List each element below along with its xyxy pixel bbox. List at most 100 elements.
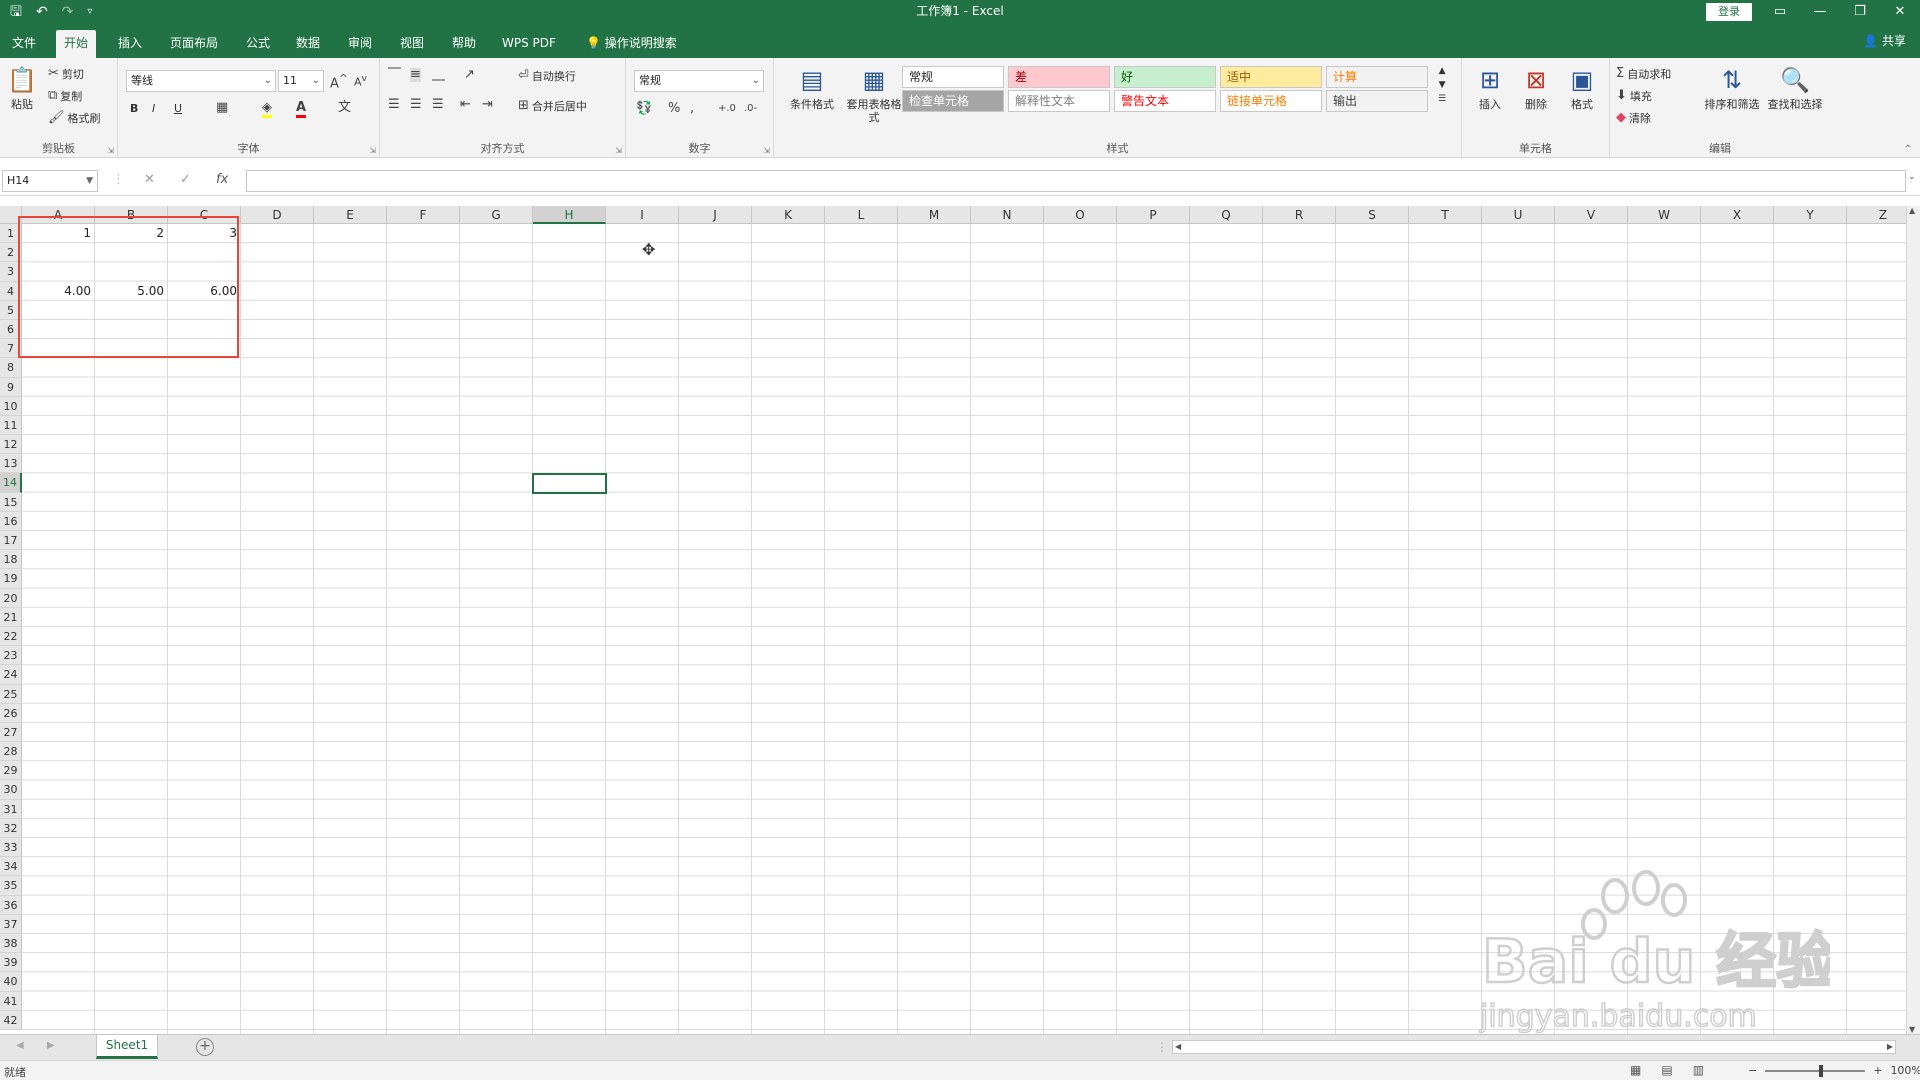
fill-color-button[interactable]: ◈ [262, 101, 272, 118]
dialog-launcher-icon[interactable]: ⇲ [615, 146, 622, 155]
cell-b1[interactable]: 2 [95, 224, 168, 243]
border-button[interactable]: ▦ [216, 101, 228, 115]
add-sheet-icon[interactable]: + [196, 1038, 214, 1056]
row-header[interactable]: 17 [0, 531, 22, 551]
row-header[interactable]: 38 [0, 933, 22, 954]
insert-function-icon[interactable]: fx [216, 172, 228, 187]
minimize-icon[interactable]: — [1800, 0, 1840, 24]
cancel-icon[interactable]: ✕ [144, 172, 155, 187]
column-header[interactable]: I [606, 206, 679, 224]
row-header[interactable]: 32 [0, 818, 22, 838]
column-header[interactable]: L [825, 206, 898, 224]
row-header[interactable]: 19 [0, 569, 22, 589]
row-header[interactable]: 33 [0, 838, 22, 858]
font-size-select[interactable]: 11 ⌄ [278, 70, 324, 92]
underline-button[interactable]: U [174, 102, 182, 115]
row-header[interactable]: 5 [0, 300, 22, 320]
scroll-up-icon[interactable]: ▲ [1909, 206, 1915, 215]
conditional-format-button[interactable]: ▤ 条件格式 [782, 64, 842, 112]
zoom-slider-knob[interactable] [1819, 1064, 1824, 1077]
column-header[interactable]: F [387, 206, 460, 224]
row-header[interactable]: 2 [0, 243, 22, 263]
increase-indent-button[interactable]: ⇥ [482, 98, 493, 112]
insert-cells-button[interactable]: ⊞ 插入 [1468, 64, 1512, 112]
column-header[interactable]: E [314, 206, 387, 224]
cell-style-option[interactable]: 警告文本 [1114, 90, 1216, 112]
tab-page-layout[interactable]: 页面布局 [162, 30, 226, 58]
column-header[interactable]: W [1628, 206, 1701, 224]
undo-icon[interactable]: ↶ [36, 0, 48, 24]
column-header[interactable]: B [95, 206, 168, 224]
row-header[interactable]: 9 [0, 377, 22, 397]
restore-icon[interactable]: ❐ [1840, 0, 1880, 24]
format-as-table-button[interactable]: ▦ 套用表格格式 [844, 64, 904, 125]
row-header[interactable]: 12 [0, 435, 22, 455]
column-header[interactable]: K [752, 206, 825, 224]
decrease-decimal-button[interactable]: .0- [744, 102, 757, 116]
increase-decimal-button[interactable]: +.0 [718, 102, 736, 116]
row-header[interactable]: 8 [0, 358, 22, 378]
column-header[interactable]: H [533, 206, 606, 224]
align-bottom-button[interactable]: ⎽ [432, 68, 445, 82]
scroll-right-icon[interactable]: ▶ [1887, 1041, 1893, 1053]
row-header[interactable]: 42 [0, 1010, 22, 1030]
cell-style-option[interactable]: 差 [1008, 66, 1110, 88]
row-header[interactable]: 30 [0, 780, 22, 800]
row-header[interactable]: 34 [0, 857, 22, 877]
row-header[interactable]: 37 [0, 914, 22, 934]
row-header[interactable]: 29 [0, 761, 22, 781]
align-left-button[interactable]: ☰ [388, 98, 400, 112]
dialog-launcher-icon[interactable]: ⇲ [107, 146, 114, 155]
row-header[interactable]: 28 [0, 742, 22, 762]
tab-file[interactable]: 文件 [4, 30, 44, 58]
column-header[interactable]: U [1482, 206, 1555, 224]
row-header[interactable]: 21 [0, 607, 22, 627]
row-header[interactable]: 31 [0, 799, 22, 819]
fill-button[interactable]: ⬇ 填充 [1616, 88, 1652, 104]
row-header[interactable]: 26 [0, 703, 22, 723]
cell-style-option[interactable]: 链接单元格 [1220, 90, 1322, 112]
column-header[interactable]: N [971, 206, 1044, 224]
column-header[interactable]: X [1701, 206, 1774, 224]
zoom-level[interactable]: 100% [1890, 1064, 1920, 1077]
cell-style-option[interactable]: 解释性文本 [1008, 90, 1110, 112]
row-header[interactable]: 4 [0, 281, 22, 301]
expand-formula-icon[interactable]: ⌄ [1908, 172, 1916, 182]
scroll-down-icon[interactable]: ▼ [1909, 1025, 1915, 1034]
chevron-down-icon[interactable]: ▼ [1439, 80, 1446, 90]
paste-button[interactable]: 📋 粘贴 [6, 64, 38, 112]
tab-formulas[interactable]: 公式 [238, 30, 278, 58]
font-color-button[interactable]: A [296, 101, 307, 118]
find-select-button[interactable]: 🔍 查找和选择 [1764, 64, 1826, 112]
cell-a4[interactable]: 4.00 [22, 282, 95, 301]
row-header[interactable]: 22 [0, 626, 22, 647]
tab-help[interactable]: 帮助 [444, 30, 484, 58]
tab-view[interactable]: 视图 [392, 30, 432, 58]
font-name-select[interactable]: 等线 ⌄ [126, 70, 276, 92]
comma-style-button[interactable]: , [690, 102, 694, 116]
row-header[interactable]: 24 [0, 665, 22, 685]
bold-button[interactable]: B [130, 102, 138, 115]
close-icon[interactable]: ✕ [1880, 0, 1920, 24]
gallery-scroll[interactable]: ▲ ▼ ☰ [1438, 66, 1446, 104]
row-header[interactable]: 13 [0, 454, 22, 474]
zoom-in-icon[interactable]: + [1873, 1064, 1882, 1077]
cell-style-option[interactable]: 计算 [1326, 66, 1428, 88]
format-cells-button[interactable]: ▣ 格式 [1560, 64, 1604, 112]
increase-font-button[interactable]: A^ [330, 72, 348, 91]
column-header[interactable]: A [22, 206, 95, 224]
column-header[interactable]: O [1044, 206, 1117, 224]
enter-icon[interactable]: ✓ [180, 172, 191, 187]
cut-button[interactable]: ✂ 剪切 [48, 66, 84, 82]
share-button[interactable]: 👤 共享 [1863, 32, 1906, 49]
column-header[interactable]: S [1336, 206, 1409, 224]
sheet-tab-sheet1[interactable]: Sheet1 [96, 1035, 158, 1059]
select-all-corner[interactable] [0, 206, 22, 224]
login-button[interactable]: 登录 [1706, 3, 1752, 21]
row-header[interactable]: 20 [0, 588, 22, 608]
autosum-button[interactable]: Σ 自动求和 [1616, 66, 1671, 82]
zoom-out-icon[interactable]: − [1748, 1064, 1757, 1077]
cell-a1[interactable]: 1 [22, 224, 95, 243]
scroll-left-icon[interactable]: ◀ [1175, 1041, 1181, 1053]
column-header[interactable]: Q [1190, 206, 1263, 224]
